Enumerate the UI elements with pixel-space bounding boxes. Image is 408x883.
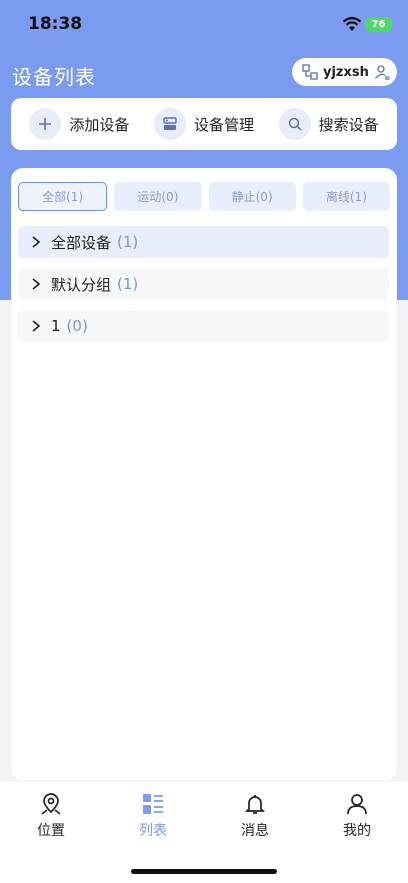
group-row-1[interactable]: 1 (0) <box>18 310 389 342</box>
tab-label: 我的 <box>343 823 371 839</box>
search-device-label: 搜索设备 <box>318 115 379 134</box>
group-count: (1) <box>117 233 139 251</box>
account-switch-button[interactable]: yjzxsh <box>292 58 397 86</box>
filter-tab-moving[interactable]: 运动(0) <box>114 182 202 211</box>
filter-tab-offline[interactable]: 离线(1) <box>302 182 390 211</box>
bell-icon <box>244 795 266 814</box>
battery-indicator: 76 <box>365 17 392 32</box>
status-time: 18:38 <box>28 14 83 34</box>
device-group-list: 全部设备 (1) 默认分组 (1) 1 (0) <box>18 226 389 352</box>
device-management-label: 设备管理 <box>193 115 254 134</box>
chevron-right-icon <box>32 236 41 248</box>
plus-icon <box>39 118 52 130</box>
list-icon <box>143 794 163 814</box>
group-count: (0) <box>66 317 88 335</box>
wifi-icon <box>342 16 362 31</box>
chevron-right-icon <box>32 320 41 332</box>
org-tree-icon <box>302 64 318 80</box>
device-management-button[interactable]: 设备管理 <box>153 108 254 140</box>
user-icon <box>347 794 367 815</box>
page-header: 设备列表 yjzxsh <box>0 55 408 95</box>
search-icon <box>288 117 302 131</box>
location-icon <box>41 793 61 815</box>
user-switch-icon <box>374 65 390 80</box>
group-name: 1 <box>51 317 61 335</box>
group-name: 默认分组 <box>51 275 112 294</box>
filter-tab-stationary[interactable]: 静止(0) <box>208 182 296 211</box>
chevron-right-icon <box>32 278 41 290</box>
group-row-all-devices[interactable]: 全部设备 (1) <box>18 226 389 258</box>
search-device-button[interactable]: 搜索设备 <box>278 108 379 140</box>
tab-label: 消息 <box>241 823 269 839</box>
tab-label: 位置 <box>37 823 65 839</box>
battery-level: 76 <box>371 19 386 30</box>
tab-location[interactable]: 位置 <box>11 792 91 883</box>
filter-tab-all[interactable]: 全部(1) <box>18 182 108 211</box>
page-title: 设备列表 <box>12 65 96 89</box>
add-device-button[interactable]: 添加设备 <box>29 108 129 140</box>
status-filter-tabs: 全部(1) 运动(0) 静止(0) 离线(1) <box>18 182 390 212</box>
home-indicator <box>131 869 277 874</box>
tab-label: 列表 <box>139 823 167 839</box>
quick-actions-card: 添加设备 设备管理 搜索设备 <box>11 98 397 150</box>
group-name: 全部设备 <box>51 233 112 252</box>
status-bar: 18:38 76 <box>0 0 408 50</box>
add-device-label: 添加设备 <box>69 115 130 134</box>
tab-profile[interactable]: 我的 <box>317 792 397 883</box>
group-count: (1) <box>117 275 139 293</box>
manage-icon <box>163 117 177 130</box>
device-list-card: 全部(1) 运动(0) 静止(0) 离线(1) 全部设备 (1) 默认分组 (1… <box>11 168 397 780</box>
account-name: yjzxsh <box>323 64 369 80</box>
bottom-tab-bar: 位置 列表 消息 我的 <box>0 782 408 883</box>
group-row-default[interactable]: 默认分组 (1) <box>18 268 389 300</box>
